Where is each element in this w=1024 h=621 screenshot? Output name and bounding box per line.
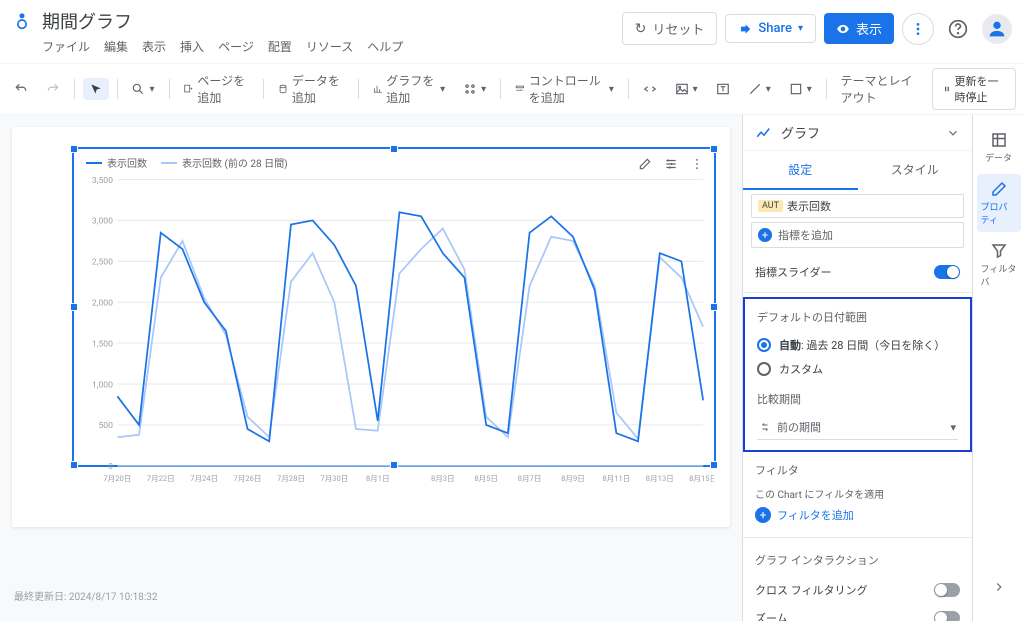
line-chart: 0 500 1,000 1,500 2,000 2,500 3,000 3,500 7月20日 7… — [74, 173, 714, 488]
menu-insert[interactable]: 挿入 — [180, 38, 204, 55]
radio-checked-icon — [757, 338, 771, 352]
community-viz-button[interactable]: ▾ — [457, 78, 492, 100]
rail-data[interactable]: データ — [977, 125, 1021, 170]
reset-button[interactable]: ↻リセット — [622, 12, 718, 45]
svg-text:3,000: 3,000 — [92, 217, 113, 227]
line-button[interactable]: ▾ — [742, 78, 777, 100]
top-header: 期間グラフ ファイル 編集 表示 挿入 ページ 配置 リソース ヘルプ ↻リセッ… — [0, 0, 1024, 63]
help-icon[interactable] — [942, 13, 974, 45]
menu-edit[interactable]: 編集 — [104, 38, 128, 55]
text-button[interactable] — [710, 78, 736, 100]
radio-icon — [757, 362, 771, 376]
svg-text:2,000: 2,000 — [92, 298, 113, 308]
menu-resource[interactable]: リソース — [306, 38, 353, 55]
svg-text:8月13日: 8月13日 — [646, 474, 674, 483]
chart-edit-icon[interactable] — [634, 153, 656, 175]
redo-button[interactable] — [40, 78, 66, 100]
menu-file[interactable]: ファイル — [42, 38, 90, 55]
add-page-button[interactable]: ページを追加 — [177, 68, 255, 110]
chevron-down-icon[interactable] — [946, 126, 960, 140]
add-metric-button[interactable]: + 指標を追加 — [751, 222, 964, 248]
date-range-custom[interactable]: カスタム — [757, 357, 958, 381]
menu-page[interactable]: ページ — [218, 38, 254, 55]
zoom-tool[interactable]: ▾ — [125, 78, 160, 100]
menu-help[interactable]: ヘルプ — [367, 38, 403, 55]
svg-text:3,500: 3,500 — [92, 176, 113, 186]
svg-text:7月28日: 7月28日 — [277, 474, 305, 483]
pause-update-button[interactable]: 更新を一時停止 — [932, 68, 1016, 110]
svg-text:8月3日: 8月3日 — [431, 474, 455, 483]
zoom-toggle[interactable] — [934, 611, 960, 621]
chart-settings-icon[interactable] — [660, 153, 682, 175]
svg-text:8月11日: 8月11日 — [602, 474, 630, 483]
date-range-section: デフォルトの日付範囲 自動: 過去 28 日間（今日を除く） カスタム 比較期間… — [743, 297, 972, 452]
undo-button[interactable] — [8, 78, 34, 100]
cross-filter-toggle[interactable] — [934, 583, 960, 597]
svg-text:1,500: 1,500 — [92, 339, 113, 349]
svg-text:7月22日: 7月22日 — [147, 474, 175, 483]
properties-panel: グラフ 設定 スタイル AUT 表示回数 + 指標を追加 指標スライダー デフォ… — [742, 115, 972, 621]
embed-button[interactable] — [637, 78, 663, 100]
user-avatar[interactable] — [982, 14, 1012, 44]
canvas-area[interactable]: 表示回数 表示回数 (前の 28 日間) 0 500 1,000 1,500 2,000… — [0, 115, 742, 621]
svg-text:0: 0 — [108, 462, 113, 472]
svg-text:8月9日: 8月9日 — [561, 474, 585, 483]
plus-icon: + — [755, 507, 771, 523]
add-chart-button[interactable]: グラフを追加▾ — [367, 68, 452, 110]
tab-style[interactable]: スタイル — [858, 151, 973, 190]
svg-text:8月7日: 8月7日 — [518, 474, 542, 483]
metric-slider-toggle[interactable] — [934, 265, 960, 279]
report-page: 表示回数 表示回数 (前の 28 日間) 0 500 1,000 1,500 2,000… — [12, 127, 730, 527]
svg-text:7月26日: 7月26日 — [234, 474, 262, 483]
rail-filterbar[interactable]: フィルタバ — [977, 236, 1021, 294]
add-filter-button[interactable]: + フィルタを追加 — [755, 507, 960, 523]
panel-title: グラフ — [781, 123, 938, 142]
more-options-icon[interactable] — [902, 13, 934, 45]
chart-more-icon[interactable] — [686, 153, 708, 175]
plus-icon: + — [758, 228, 772, 242]
looker-logo-icon — [12, 10, 32, 30]
svg-text:500: 500 — [98, 421, 113, 431]
menu-arrange[interactable]: 配置 — [268, 38, 292, 55]
line-chart-icon — [755, 124, 773, 142]
document-title[interactable]: 期間グラフ — [42, 8, 612, 34]
rail-collapse-icon[interactable] — [985, 573, 1013, 601]
svg-text:8月15日: 8月15日 — [689, 474, 714, 483]
compare-period-select[interactable]: 前の期間 ▾ — [757, 415, 958, 440]
image-button[interactable]: ▾ — [669, 78, 704, 100]
view-button[interactable]: 表示 — [824, 13, 894, 44]
add-data-button[interactable]: データを追加 — [272, 68, 350, 110]
chart-selection[interactable]: 表示回数 表示回数 (前の 28 日間) 05001,0001,5002,000… — [72, 147, 716, 467]
svg-text:2,500: 2,500 — [92, 258, 113, 268]
toolbar: ▾ ページを追加 データを追加 グラフを追加▾ ▾ コントロールを追加▾ ▾ ▾… — [0, 63, 1024, 115]
theme-layout-button[interactable]: テーマとレイアウト — [834, 68, 925, 110]
menu-view[interactable]: 表示 — [142, 38, 166, 55]
shape-button[interactable]: ▾ — [783, 78, 818, 100]
svg-text:8月1日: 8月1日 — [366, 474, 390, 483]
metric-field[interactable]: AUT 表示回数 — [751, 194, 964, 218]
date-range-auto[interactable]: 自動: 過去 28 日間（今日を除く） — [757, 333, 958, 357]
svg-text:1,000: 1,000 — [92, 380, 113, 390]
compare-icon — [759, 421, 771, 433]
svg-text:7月30日: 7月30日 — [320, 474, 348, 483]
chart-legend: 表示回数 表示回数 (前の 28 日間) — [86, 155, 288, 170]
last-updated-text: 最終更新日: 2024/8/17 10:18:32 — [14, 588, 158, 603]
svg-text:8月5日: 8月5日 — [474, 474, 498, 483]
share-button[interactable]: Share▾ — [725, 14, 816, 43]
right-rail: データ プロパティ フィルタバ — [972, 115, 1024, 621]
chevron-down-icon: ▾ — [950, 421, 956, 434]
svg-text:7月24日: 7月24日 — [190, 474, 218, 483]
rail-properties[interactable]: プロパティ — [977, 174, 1021, 232]
add-control-button[interactable]: コントロールを追加▾ — [509, 68, 620, 110]
metric-slider-label: 指標スライダー — [755, 264, 832, 280]
tab-settings[interactable]: 設定 — [743, 151, 858, 190]
svg-text:7月20日: 7月20日 — [103, 474, 131, 483]
menu-bar: ファイル 編集 表示 挿入 ページ 配置 リソース ヘルプ — [42, 38, 612, 55]
select-tool[interactable] — [83, 78, 109, 100]
